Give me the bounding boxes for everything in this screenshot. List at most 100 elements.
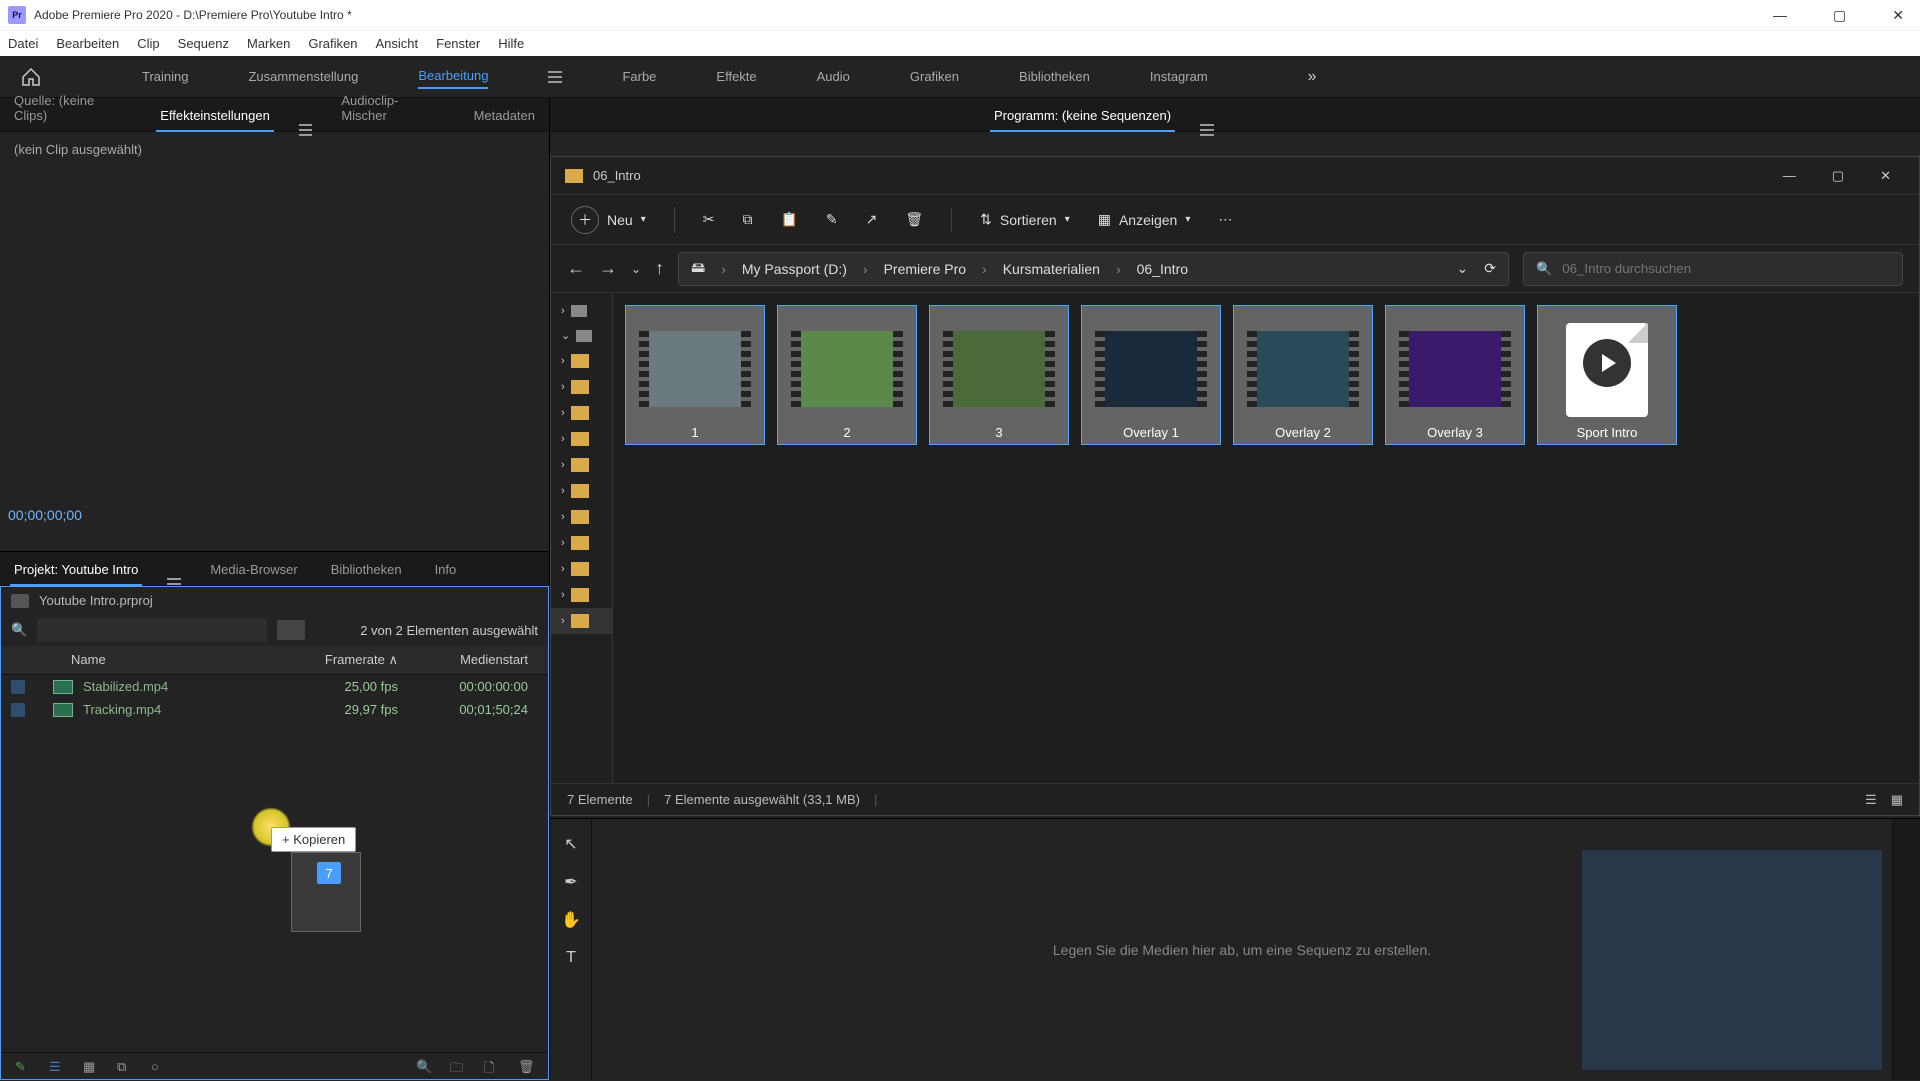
trash-icon[interactable]: 🗑 — [905, 211, 923, 228]
view-button[interactable]: ▦ Anzeigen ▾ — [1098, 211, 1191, 228]
timecode[interactable]: 00;00;00;00 — [0, 497, 549, 533]
menu-datei[interactable]: Datei — [8, 36, 38, 51]
breadcrumb-item[interactable]: 06_Intro — [1137, 261, 1188, 277]
folder-icon[interactable] — [571, 510, 589, 524]
rename-icon[interactable]: ✎ — [826, 211, 838, 228]
tab-effect-settings[interactable]: Effekteinstellungen — [156, 100, 274, 131]
overflow-icon[interactable]: » — [1308, 68, 1317, 86]
col-mediastart[interactable]: Medienstart — [398, 652, 538, 668]
project-menu-icon[interactable] — [167, 583, 181, 585]
copy-icon[interactable]: ⧉ — [742, 211, 752, 228]
folder-icon[interactable] — [571, 614, 589, 628]
workspace-instagram[interactable]: Instagram — [1150, 65, 1208, 88]
menu-bearbeiten[interactable]: Bearbeiten — [56, 36, 119, 51]
pen-icon[interactable]: ✎ — [15, 1059, 31, 1073]
col-framerate[interactable]: Framerate ∧ — [278, 652, 398, 668]
project-clip-row[interactable]: Stabilized.mp4 25,00 fps 00:00:00:00 — [1, 675, 548, 698]
tab-libraries[interactable]: Bibliotheken — [327, 554, 406, 585]
program-menu-icon[interactable] — [1200, 129, 1214, 131]
search-icon[interactable]: 🔍 — [11, 622, 27, 638]
panel-menu-icon[interactable] — [299, 129, 313, 131]
type-tool-icon[interactable]: T — [560, 947, 582, 969]
col-name[interactable]: Name — [71, 652, 278, 668]
explorer-maximize[interactable]: ▢ — [1832, 168, 1844, 184]
workspace-audio[interactable]: Audio — [817, 65, 850, 88]
tab-audioclip-mixer[interactable]: Audioclip-Mischer — [337, 85, 444, 131]
folder-icon[interactable] — [571, 406, 589, 420]
hand-tool-icon[interactable]: ✋ — [560, 909, 582, 931]
tab-info[interactable]: Info — [431, 554, 461, 585]
tab-project[interactable]: Projekt: Youtube Intro — [10, 554, 142, 585]
file-item[interactable]: Overlay 1 — [1081, 305, 1221, 445]
bin-icon[interactable] — [277, 620, 305, 640]
breadcrumb-dropdown-icon[interactable]: ⌄ — [1457, 260, 1469, 277]
paste-icon[interactable]: 📋 — [780, 211, 797, 228]
delete-icon[interactable]: 🗑 — [518, 1059, 534, 1073]
breadcrumb-item[interactable]: Kursmaterialien — [1003, 261, 1100, 277]
file-item[interactable]: 1 — [625, 305, 765, 445]
file-explorer-window[interactable]: 06_Intro — ▢ ✕ ＋Neu▾ ✂ ⧉ 📋 ✎ ↗ 🗑 ⇅ Sorti… — [550, 156, 1920, 816]
explorer-minimize[interactable]: — — [1783, 168, 1796, 184]
workspace-effekte[interactable]: Effekte — [716, 65, 756, 88]
explorer-tree[interactable]: › ⌄ › › › › › › › › › › › — [551, 293, 613, 783]
folder-icon[interactable] — [571, 484, 589, 498]
zoom-icon[interactable]: ○ — [151, 1059, 167, 1073]
find-icon[interactable]: 🔍 — [416, 1059, 432, 1073]
explorer-file-grid[interactable]: 123Overlay 1Overlay 2Overlay 3Sport Intr… — [613, 293, 1919, 783]
back-icon[interactable]: ← — [567, 258, 585, 279]
file-item[interactable]: 2 — [777, 305, 917, 445]
file-item[interactable]: 3 — [929, 305, 1069, 445]
pen-tool-icon[interactable]: ✒ — [560, 871, 582, 893]
up-icon[interactable]: ↑ — [655, 258, 664, 279]
home-icon[interactable] — [20, 67, 42, 87]
menu-hilfe[interactable]: Hilfe — [498, 36, 524, 51]
project-search-input[interactable] — [37, 618, 267, 642]
explorer-close[interactable]: ✕ — [1880, 168, 1891, 184]
tab-media-browser[interactable]: Media-Browser — [206, 554, 301, 585]
file-item[interactable]: Sport Intro — [1537, 305, 1677, 445]
menu-fenster[interactable]: Fenster — [436, 36, 480, 51]
file-item[interactable]: Overlay 3 — [1385, 305, 1525, 445]
history-icon[interactable]: ⌄ — [631, 262, 641, 276]
thumb-view-icon[interactable]: ▦ — [1891, 792, 1903, 808]
details-view-icon[interactable]: ☰ — [1865, 792, 1877, 808]
menu-sequenz[interactable]: Sequenz — [178, 36, 229, 51]
project-clip-row[interactable]: Tracking.mp4 29,97 fps 00;01;50;24 — [1, 698, 548, 721]
folder-icon[interactable] — [571, 588, 589, 602]
workspace-bibliotheken[interactable]: Bibliotheken — [1019, 65, 1090, 88]
sort-button[interactable]: ⇅ Sortieren ▾ — [980, 211, 1070, 228]
breadcrumb-item[interactable]: My Passport (D:) — [742, 261, 847, 277]
new-button[interactable]: ＋Neu▾ — [571, 206, 646, 234]
workspace-training[interactable]: Training — [142, 65, 188, 88]
tab-metadata[interactable]: Metadaten — [470, 100, 539, 131]
tab-source[interactable]: Quelle: (keine Clips) — [10, 85, 131, 131]
new-bin-icon[interactable]: 🗀 — [450, 1059, 466, 1073]
workspace-menu-icon[interactable] — [548, 76, 562, 78]
cut-icon[interactable]: ✂ — [703, 211, 715, 228]
workspace-grafiken[interactable]: Grafiken — [910, 65, 959, 88]
folder-icon[interactable] — [571, 536, 589, 550]
folder-icon[interactable] — [571, 458, 589, 472]
more-icon[interactable]: ⋯ — [1218, 211, 1232, 228]
menu-clip[interactable]: Clip — [137, 36, 159, 51]
minimize-button[interactable]: — — [1765, 7, 1795, 23]
menu-grafiken[interactable]: Grafiken — [308, 36, 357, 51]
selection-tool-icon[interactable]: ↖ — [560, 833, 582, 855]
breadcrumb-item[interactable]: Premiere Pro — [884, 261, 966, 277]
folder-icon[interactable] — [571, 562, 589, 576]
menu-ansicht[interactable]: Ansicht — [375, 36, 418, 51]
share-icon[interactable]: ↗ — [866, 211, 878, 228]
close-button[interactable]: ✕ — [1884, 7, 1912, 24]
freeform-icon[interactable]: ⧉ — [117, 1059, 133, 1073]
folder-icon[interactable] — [571, 354, 589, 368]
new-item-icon[interactable]: 🗋 — [484, 1059, 500, 1073]
folder-icon[interactable] — [571, 432, 589, 446]
forward-icon[interactable]: → — [599, 258, 617, 279]
folder-icon[interactable] — [571, 380, 589, 394]
icon-view-icon[interactable]: ▦ — [83, 1059, 99, 1073]
workspace-farbe[interactable]: Farbe — [622, 65, 656, 88]
project-panel[interactable]: Youtube Intro.prproj 🔍 2 von 2 Elementen… — [0, 586, 549, 1080]
menu-marken[interactable]: Marken — [247, 36, 290, 51]
explorer-search[interactable]: 🔍 — [1523, 252, 1903, 286]
breadcrumb[interactable]: 🖴› My Passport (D:)› Premiere Pro› Kursm… — [678, 252, 1509, 286]
